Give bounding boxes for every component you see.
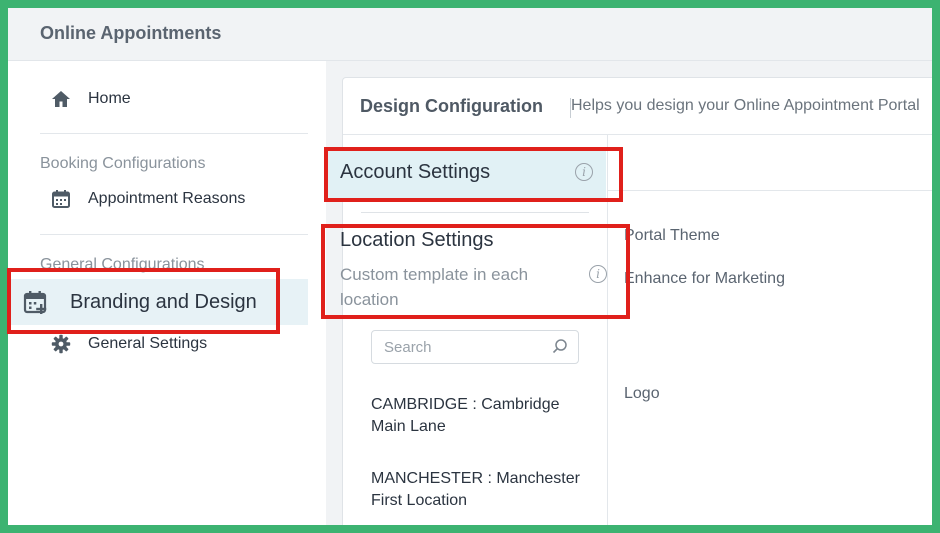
app-window: Online Appointments Home Booking Configu… xyxy=(8,8,932,525)
card-subtitle: Helps you design your Online Appointment… xyxy=(571,97,920,115)
sidebar-item-appointment-reasons[interactable]: Appointment Reasons xyxy=(50,188,245,210)
search-placeholder: Search xyxy=(384,339,432,356)
sidebar: Home Booking Configurations Appointment … xyxy=(8,61,326,525)
content-area: Design Configuration Helps you design yo… xyxy=(326,61,932,525)
location-search-input[interactable]: Search xyxy=(371,330,579,364)
location-item-cambridge[interactable]: CAMBRIDGE : Cambridge Main Lane xyxy=(371,394,591,438)
sidebar-item-label: Branding and Design xyxy=(70,290,257,313)
divider xyxy=(361,212,589,213)
info-icon[interactable]: i xyxy=(575,163,593,181)
sidebar-item-general-settings[interactable]: General Settings xyxy=(50,333,207,355)
account-settings-label: Account Settings xyxy=(340,161,491,183)
calendar-plus-icon xyxy=(22,288,50,316)
sidebar-item-home[interactable]: Home xyxy=(50,88,131,110)
design-configuration-card: Design Configuration Helps you design yo… xyxy=(328,77,932,525)
tab-bar xyxy=(608,135,932,191)
card-subtitle-text: Helps you design your Online Appointment… xyxy=(571,97,920,114)
calendar-icon xyxy=(50,188,72,210)
logo-label: Logo xyxy=(624,385,660,402)
divider xyxy=(40,234,308,235)
design-options-panel: Portal Theme Enhance for Marketing Logo xyxy=(608,135,932,525)
group-title-booking: Booking Configurations xyxy=(40,155,206,172)
enhance-marketing-label: Enhance for Marketing xyxy=(624,270,785,287)
home-icon xyxy=(50,88,72,110)
top-bar: Online Appointments xyxy=(8,8,932,61)
gear-icon xyxy=(50,333,72,355)
location-settings-subtitle: Custom template in each location xyxy=(340,265,529,309)
card-header: Design Configuration Helps you design yo… xyxy=(343,78,932,135)
divider xyxy=(40,133,308,134)
sidebar-item-branding-and-design[interactable]: Branding and Design xyxy=(22,288,257,316)
sidebar-item-label: Home xyxy=(88,90,131,107)
portal-theme-label: Portal Theme xyxy=(624,227,720,244)
location-settings-title[interactable]: Location Settings xyxy=(340,229,493,252)
info-icon[interactable]: i xyxy=(589,265,607,283)
group-title-general: General Configurations xyxy=(40,256,205,273)
sidebar-item-label: General Settings xyxy=(88,335,208,352)
location-item-manchester[interactable]: MANCHESTER : Manchester First Location xyxy=(371,468,591,512)
app-title: Online Appointments xyxy=(40,23,222,43)
card-title: Design Configuration xyxy=(360,96,543,116)
settings-list-panel: Account Settings i Location Settings Cus… xyxy=(328,135,608,525)
search-icon[interactable] xyxy=(552,338,568,359)
account-settings-item[interactable]: Account Settings i xyxy=(328,150,606,200)
sidebar-item-label: Appointment Reasons xyxy=(88,190,246,207)
